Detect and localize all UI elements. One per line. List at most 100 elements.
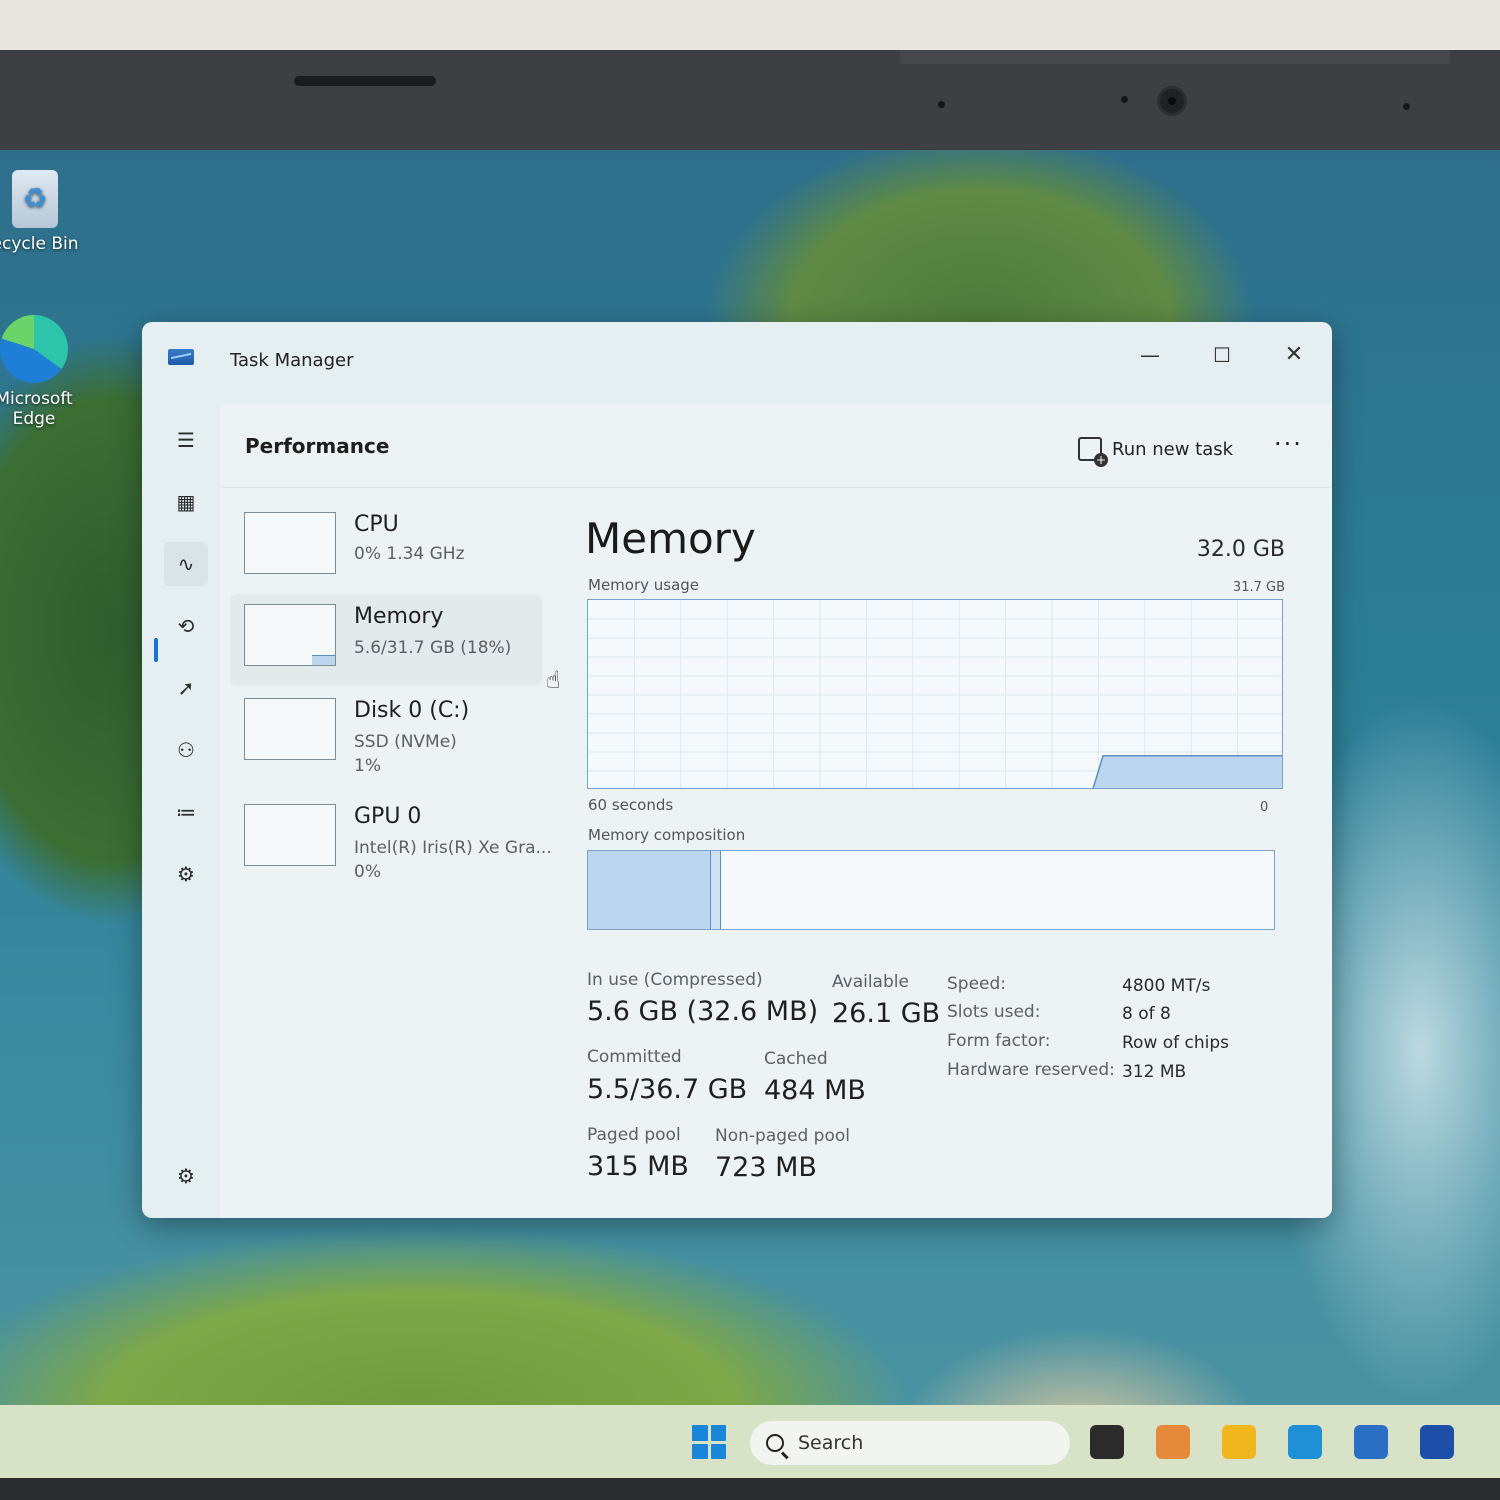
windows-logo-tile <box>710 1425 726 1441</box>
bezel-sensor-dot <box>938 101 945 108</box>
nav-rail: ☰ ▦ ∿ ⟲ ➚ ⚇ ≔ ⚙ ⚙ <box>154 402 218 1208</box>
taskbar: Search <box>0 1405 1500 1480</box>
spec-slots-label: Slots used: <box>947 1002 1041 1022</box>
more-options-icon[interactable]: ··· <box>1274 430 1303 458</box>
settings-gear-icon[interactable]: ⚙ <box>164 1154 208 1198</box>
spec-form-factor-label: Form factor: <box>947 1031 1051 1051</box>
non-paged-pool-label: Non-paged pool <box>715 1126 850 1146</box>
mouse-cursor-icon: ☝ <box>546 666 561 694</box>
webcam <box>1157 86 1187 116</box>
non-paged-pool-value: 723 MB <box>715 1152 817 1183</box>
disk-thumbnail-graph <box>244 698 336 760</box>
taskbar-b-app-icon[interactable] <box>1420 1425 1454 1459</box>
time-span-label: 60 seconds <box>588 796 674 814</box>
device-name: Memory <box>354 604 444 629</box>
device-detail: SSD (NVMe) <box>354 732 457 752</box>
composition-in-use-segment <box>588 851 712 929</box>
start-button[interactable] <box>692 1425 726 1459</box>
committed-value: 5.5/36.7 GB <box>587 1074 748 1105</box>
desktop-icon-edge[interactable]: Microsoft Edge <box>0 315 84 429</box>
committed-label: Committed <box>587 1047 682 1067</box>
minimize-button[interactable]: — <box>1130 340 1170 370</box>
memory-usage-chart <box>588 600 1282 788</box>
windows-logo-tile <box>692 1425 708 1441</box>
device-name: CPU <box>354 512 399 537</box>
run-new-task-button[interactable]: Run new task <box>1078 432 1234 467</box>
device-detail: Intel(R) Iris(R) Xe Gra... <box>354 838 552 858</box>
spec-form-factor-value: Row of chips <box>1122 1033 1230 1053</box>
spec-hardware-reserved-label: Hardware reserved: <box>947 1060 1115 1080</box>
available-label: Available <box>832 972 909 992</box>
hamburger-menu-icon[interactable]: ☰ <box>164 418 208 462</box>
device-item-memory[interactable]: Memory 5.6/31.7 GB (18%) <box>230 594 542 686</box>
task-manager-icon <box>168 349 194 365</box>
spec-slots-value: 8 of 8 <box>1122 1004 1171 1024</box>
taskbar-task-view-icon[interactable] <box>1090 1425 1124 1459</box>
composition-modified-segment <box>711 851 722 929</box>
memory-usage-area <box>1092 755 1282 788</box>
device-item-cpu[interactable]: CPU 0% 1.34 GHz <box>230 502 542 594</box>
maximize-button[interactable]: ☐ <box>1202 340 1242 370</box>
in-use-value: 5.6 GB (32.6 MB) <box>587 996 819 1027</box>
memory-composition-label: Memory composition <box>588 826 746 844</box>
close-button[interactable]: ✕ <box>1274 340 1314 370</box>
laptop-bezel-bottom <box>0 1478 1500 1500</box>
device-item-disk[interactable]: Disk 0 (C:) SSD (NVMe) 1% <box>230 688 542 780</box>
taskbar-store-icon[interactable] <box>1354 1425 1388 1459</box>
spec-hardware-reserved-value: 312 MB <box>1122 1062 1187 1082</box>
taskbar-copilot-icon[interactable] <box>1156 1425 1190 1459</box>
graph-min-label: 0 <box>1260 800 1269 815</box>
nav-startup-apps-icon[interactable]: ➚ <box>164 666 208 710</box>
device-usage: 0% <box>354 862 381 882</box>
bezel-sensor-dot <box>1121 96 1128 103</box>
title-bar[interactable]: Task Manager — ☐ ✕ <box>142 322 1332 402</box>
window-title: Task Manager <box>230 350 354 371</box>
memory-heading: Memory <box>585 514 756 563</box>
in-use-label: In use (Compressed) <box>587 970 763 990</box>
bezel-sensor-dot <box>1403 103 1410 110</box>
nav-app-history-icon[interactable]: ⟲ <box>164 604 208 648</box>
cpu-thumbnail-graph <box>244 512 336 574</box>
laptop-bezel-top <box>0 50 1500 160</box>
paged-pool-label: Paged pool <box>587 1125 681 1145</box>
memory-usage-label: Memory usage <box>588 576 700 594</box>
nav-users-icon[interactable]: ⚇ <box>164 728 208 772</box>
available-value: 26.1 GB <box>832 998 941 1029</box>
performance-panel: Performance Run new task ··· CPU 0% 1.34… <box>220 404 1332 1218</box>
nav-active-indicator <box>154 638 158 662</box>
desktop-icon-recycle-bin[interactable]: ♻ ecycle Bin <box>0 170 90 254</box>
memory-composition-bar <box>587 850 1275 930</box>
recycle-bin-icon: ♻ <box>12 170 58 228</box>
run-new-task-label: Run new task <box>1112 438 1234 460</box>
nav-details-icon[interactable]: ≔ <box>164 790 208 834</box>
nav-processes-icon[interactable]: ▦ <box>164 480 208 524</box>
memory-thumbnail-fill <box>311 655 335 665</box>
task-manager-window: Task Manager — ☐ ✕ ☰ ▦ ∿ ⟲ ➚ ⚇ ≔ ⚙ ⚙ Per… <box>142 322 1332 1218</box>
device-name: GPU 0 <box>354 804 422 829</box>
desktop-icon-label: Microsoft Edge <box>0 389 73 429</box>
desktop-icon-label: ecycle Bin <box>0 234 79 254</box>
nav-performance-icon[interactable]: ∿ <box>164 542 208 586</box>
edge-icon <box>0 315 68 383</box>
device-detail: 0% 1.34 GHz <box>354 544 465 564</box>
device-detail: 5.6/31.7 GB (18%) <box>354 638 512 658</box>
device-item-gpu[interactable]: GPU 0 Intel(R) Iris(R) Xe Gra... 0% <box>230 794 552 886</box>
search-icon <box>766 1434 784 1452</box>
windows-logo-tile <box>710 1443 726 1459</box>
taskbar-file-explorer-icon[interactable] <box>1222 1425 1256 1459</box>
nav-services-icon[interactable]: ⚙ <box>164 852 208 896</box>
search-label: Search <box>798 1432 864 1454</box>
memory-thumbnail-graph <box>244 604 336 666</box>
page-title: Performance <box>245 434 390 458</box>
panel-header: Performance Run new task ··· <box>220 404 1332 488</box>
spec-speed-value: 4800 MT/s <box>1122 976 1211 996</box>
cached-value: 484 MB <box>764 1075 866 1106</box>
memory-usage-max: 31.7 GB <box>1232 580 1285 595</box>
taskbar-edge-icon[interactable] <box>1288 1425 1322 1459</box>
gpu-thumbnail-graph <box>244 804 336 866</box>
memory-usage-graph <box>587 599 1283 789</box>
taskbar-search-box[interactable]: Search <box>750 1421 1070 1465</box>
paged-pool-value: 315 MB <box>587 1151 689 1182</box>
cached-label: Cached <box>764 1049 828 1069</box>
device-usage: 1% <box>354 756 381 776</box>
